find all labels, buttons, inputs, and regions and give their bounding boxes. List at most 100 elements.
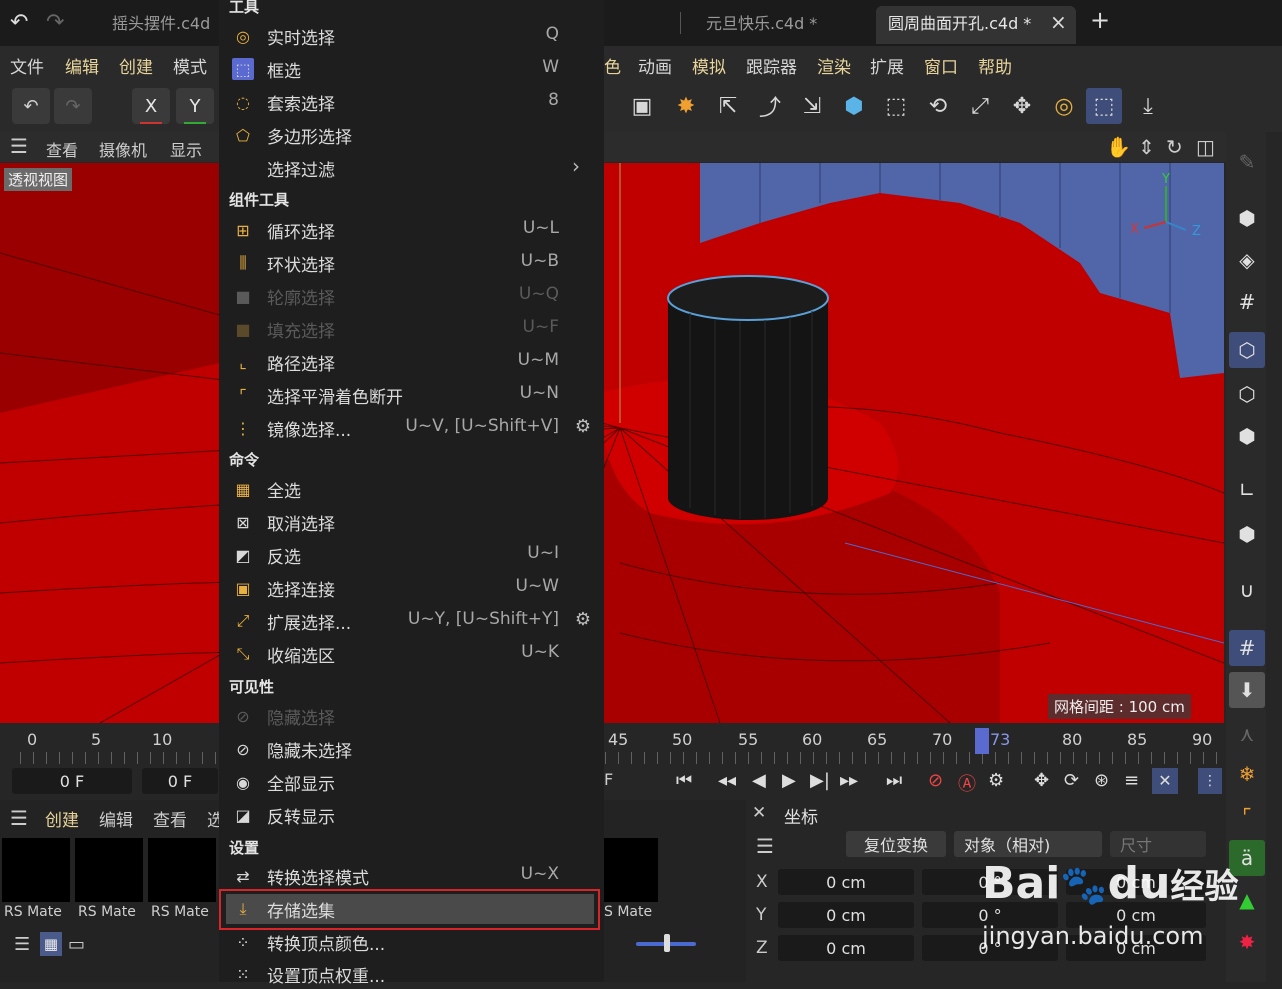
record-icon[interactable]: ⊘ — [928, 770, 943, 791]
tab-file-1[interactable]: 摇头摆件.c4d — [112, 10, 210, 34]
material-menu-create[interactable]: 创建 — [45, 806, 79, 831]
store-selection-tool-icon[interactable]: ⤓ — [1130, 88, 1166, 124]
material-menu-icon[interactable]: ☰ — [10, 806, 28, 830]
frame-start-field[interactable]: 0 F — [12, 768, 132, 794]
sidebar-edge-mode-icon[interactable]: ⬢ — [1229, 418, 1265, 454]
autokey-icon[interactable]: Ⓐ — [958, 770, 976, 796]
sidebar-grid-icon[interactable]: # — [1229, 284, 1265, 320]
menu-item-deselect[interactable]: ⊠ 取消选择 — [226, 507, 596, 537]
sidebar-corner-icon[interactable]: ⌜ — [1229, 798, 1265, 834]
live-select-tool-icon[interactable]: ◎ — [1046, 88, 1082, 124]
menu-edit[interactable]: 编辑 — [65, 53, 99, 78]
menu-item-polygon-select[interactable]: ⬠ 多边形选择 — [226, 120, 596, 150]
menu-item-grow-selection[interactable]: ⤢ 扩展选择... U~Y, [U~Shift+Y] ⚙ — [226, 606, 596, 636]
playhead[interactable] — [975, 728, 989, 754]
sidebar-snap-icon[interactable]: # — [1229, 630, 1265, 666]
menu-item-phong-break-select[interactable]: ⌜ 选择平滑着色断开 U~N — [226, 380, 596, 410]
goto-start-icon[interactable]: ⏮ — [676, 770, 692, 791]
menu-help[interactable]: 帮助 — [978, 53, 1012, 78]
menu-item-vertex-color[interactable]: ⁘ 转换顶点颜色... — [226, 927, 596, 957]
goto-end-icon[interactable]: ⏭ — [886, 770, 902, 791]
thumb-size-handle[interactable] — [664, 934, 670, 952]
sidebar-deformer-icon[interactable]: ◈ — [1229, 242, 1265, 278]
menu-tracker[interactable]: 跟踪器 — [746, 53, 797, 78]
scale-arrow-icon[interactable]: ⇲ — [794, 88, 830, 124]
menu-item-mirror-select[interactable]: ⋮ 镜像选择... U~V, [U~Shift+V] ⚙ — [226, 413, 596, 443]
transform-center-icon[interactable]: ✸ — [668, 88, 704, 124]
sidebar-ik-icon[interactable]: ⋏ — [1229, 716, 1265, 752]
rotate-icon[interactable]: ⟲ — [920, 88, 956, 124]
position-y-field[interactable]: 0 cm — [778, 902, 914, 928]
menu-mode[interactable]: 模式 — [173, 53, 207, 78]
sidebar-axis-icon[interactable]: ∟ — [1229, 472, 1265, 508]
camera-menu[interactable]: 摄像机 — [99, 137, 147, 161]
settings-gear-icon[interactable]: ⚙ — [575, 416, 591, 437]
menu-item-live-select[interactable]: ◎ 实时选择 Q — [226, 21, 596, 51]
menu-item-ring-select[interactable]: ⫼ 环状选择 U~B — [226, 248, 596, 278]
box-select-tool-icon[interactable]: ⬚ — [1086, 88, 1122, 124]
close-tab-icon[interactable]: × — [1050, 10, 1067, 34]
viewport-3d[interactable] — [0, 163, 1224, 723]
menu-item-hide-unselected[interactable]: ⊘ 隐藏未选择 — [226, 734, 596, 764]
menu-item-box-select[interactable]: ⬚ 框选 W — [226, 54, 596, 84]
maximize-view-icon[interactable]: ◫ — [1196, 135, 1215, 159]
play-icon[interactable]: ▶ — [782, 770, 796, 791]
size-mode-select[interactable]: 尺寸 — [1110, 831, 1206, 857]
coord-mode-select[interactable]: 对象（相对) — [954, 831, 1102, 857]
prev-key-icon[interactable]: ◂◂ — [718, 770, 736, 791]
redo-button[interactable]: ↷ — [54, 88, 92, 124]
move-arrow-icon[interactable]: ⇱ — [710, 88, 746, 124]
dolly-icon[interactable]: ⇕ — [1138, 135, 1155, 159]
viewport-menu-icon[interactable]: ☰ — [10, 134, 28, 158]
prev-frame-icon[interactable]: ◀ — [752, 770, 766, 791]
coords-menu-icon[interactable]: ☰ — [756, 834, 774, 858]
menu-extensions[interactable]: 扩展 — [870, 53, 904, 78]
menu-animation[interactable]: 动画 — [638, 53, 672, 78]
settings-gear-icon[interactable]: ⚙ — [575, 609, 591, 630]
undo-button[interactable]: ↶ — [12, 88, 50, 124]
material-menu-view[interactable]: 查看 — [153, 806, 187, 831]
material-thumb-3[interactable] — [148, 838, 216, 902]
display-menu[interactable]: 显示 — [170, 137, 202, 161]
axis-y-button[interactable]: Y — [176, 88, 214, 124]
key-scale-icon[interactable]: ⊛ — [1094, 770, 1109, 791]
menu-item-loop-select[interactable]: ⊞ 循环选择 U~L — [226, 215, 596, 245]
axis-x-button[interactable]: X — [132, 88, 170, 124]
rotate-arrow-icon[interactable]: ⤴ — [752, 88, 788, 124]
view-menu[interactable]: 查看 — [46, 137, 78, 161]
tile-view-icon[interactable]: ▭ — [68, 934, 85, 955]
material-menu-edit[interactable]: 编辑 — [99, 806, 133, 831]
material-thumb-1[interactable] — [2, 838, 70, 902]
menu-item-lasso-select[interactable]: ◌ 套索选择 8 — [226, 87, 596, 117]
menu-create[interactable]: 创建 — [119, 53, 153, 78]
menu-item-invert[interactable]: ◩ 反选 U~I — [226, 540, 596, 570]
cube-icon[interactable]: ⬢ — [836, 88, 872, 124]
key-pla-icon[interactable]: ✕ — [1152, 768, 1178, 794]
next-frame-icon[interactable]: ▶| — [810, 770, 830, 791]
move-icon[interactable]: ✥ — [1004, 88, 1040, 124]
select-icon[interactable]: ⬚ — [878, 88, 914, 124]
sidebar-star-icon[interactable]: ✸ — [1229, 924, 1265, 960]
coords-close-icon[interactable]: ✕ — [752, 803, 766, 823]
material-thumb-2[interactable] — [75, 838, 143, 902]
menu-render[interactable]: 渲染 — [817, 53, 851, 78]
menu-item-selection-filter[interactable]: 选择过滤 › — [226, 153, 596, 183]
frame-end-field[interactable]: 0 F — [142, 768, 218, 794]
menu-item-vertex-weight[interactable]: ⁙ 设置顶点权重... — [226, 959, 596, 989]
menu-item-shrink-selection[interactable]: ⤡ 收缩选区 U~K — [226, 639, 596, 669]
tab-file-3[interactable]: 圆周曲面开孔.c4d * — [888, 10, 1031, 34]
sidebar-particle-icon[interactable]: ❄ — [1229, 756, 1265, 792]
sidebar-magnet-icon[interactable]: ∪ — [1229, 572, 1265, 608]
menu-item-select-all[interactable]: ▦ 全选 — [226, 474, 596, 504]
key-move-icon[interactable]: ✥ — [1034, 770, 1049, 791]
menu-item-unhide-all[interactable]: ◉ 全部显示 — [226, 767, 596, 797]
menu-color-partial[interactable]: 色 — [604, 53, 621, 78]
sidebar-edit-icon[interactable]: ✎ — [1229, 144, 1265, 180]
next-key-icon[interactable]: ▸▸ — [840, 770, 858, 791]
sidebar-object-mode-icon[interactable]: ⬡ — [1229, 332, 1265, 368]
tab-file-2[interactable]: 元旦快乐.c4d * — [706, 10, 817, 34]
position-z-field[interactable]: 0 cm — [778, 935, 914, 961]
list-view-icon[interactable]: ☰ — [14, 934, 30, 955]
scale-icon[interactable]: ⤢ — [962, 88, 998, 124]
menu-item-path-select[interactable]: ⌞ 路径选择 U~M — [226, 347, 596, 377]
